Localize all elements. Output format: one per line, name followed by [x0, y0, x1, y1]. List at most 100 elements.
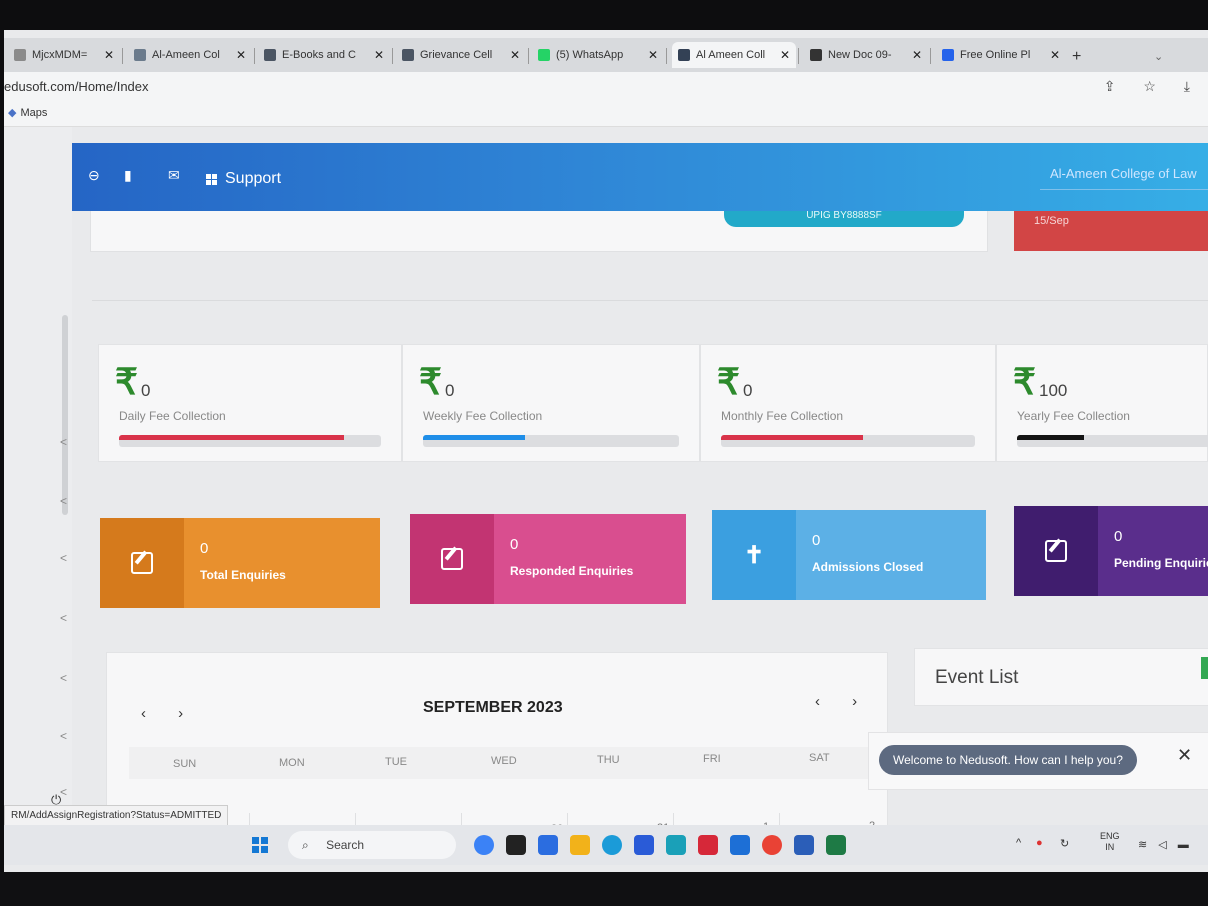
weekday-label: TUE	[385, 756, 407, 768]
tab-title: Al-Ameen Col	[152, 49, 220, 61]
taskbar: ⌕ Search ^ ● ↻ ENG IN ≋ ◁ ▬	[4, 825, 1208, 865]
fee-card[interactable]: ₹0 Daily Fee Collection	[98, 344, 402, 462]
lang-bottom: IN	[1105, 842, 1115, 852]
chrome-icon[interactable]	[762, 835, 782, 855]
file-explorer-icon[interactable]	[570, 835, 590, 855]
browser-tab[interactable]: (5) WhatsApp ✕	[532, 42, 664, 68]
tab-separator	[930, 48, 931, 64]
fee-amount: 100	[1039, 381, 1068, 400]
browser-tab[interactable]: Al Ameen Coll ✕	[672, 42, 796, 68]
fee-label: Daily Fee Collection	[119, 409, 226, 423]
chat-welcome-message[interactable]: Welcome to Nedusoft. How can I help you?	[879, 745, 1137, 775]
browser-tab[interactable]: Free Online Pl ✕	[936, 42, 1066, 68]
enquiry-card[interactable]: 0 Responded Enquiries	[410, 514, 686, 604]
chevron-left-icon[interactable]: <	[60, 671, 67, 685]
app-blue-icon[interactable]	[730, 835, 750, 855]
chevron-left-icon[interactable]: <	[60, 435, 67, 449]
chevron-left-icon[interactable]: ‹	[141, 705, 160, 722]
enquiry-icon-box: ✝	[712, 510, 796, 600]
enquiry-card[interactable]: 0 Total Enquiries	[100, 518, 380, 608]
event-list-title: Event List	[935, 667, 1019, 688]
network-sound-battery-icon[interactable]: ≋ ◁ ▬	[1138, 838, 1193, 851]
fee-collection-row: ₹0 Daily Fee Collection ₹0 Weekly Fee Colle…	[98, 344, 1208, 462]
chevron-left-icon[interactable]: <	[60, 551, 67, 565]
enquiry-count: 0	[510, 536, 519, 553]
edge-icon[interactable]	[602, 835, 622, 855]
app-l-icon[interactable]	[666, 835, 686, 855]
address-bar[interactable]: edusoft.com/Home/Index ⇪ ☆ ⤓	[4, 72, 1208, 102]
tray-overflow-icon[interactable]: ^	[1016, 837, 1021, 849]
taskbar-search[interactable]: ⌕ Search	[288, 831, 456, 859]
chevron-left-icon[interactable]: ‹	[815, 693, 834, 710]
college-name[interactable]: Al-Ameen College of Law	[1050, 166, 1197, 181]
close-icon[interactable]: ✕	[236, 48, 246, 62]
tray-app-icon[interactable]: ●	[1036, 837, 1043, 849]
add-event-button[interactable]	[1201, 657, 1208, 679]
back-circle-icon[interactable]: ⊖	[88, 167, 100, 184]
enquiry-count: 0	[200, 540, 209, 557]
weekday-label: WED	[491, 755, 517, 767]
enquiry-card[interactable]: ✝ 0 Admissions Closed	[712, 510, 986, 600]
bing-icon[interactable]	[474, 835, 494, 855]
fee-card[interactable]: ₹100 Yearly Fee Collection	[996, 344, 1208, 462]
fee-card[interactable]: ₹0 Monthly Fee Collection	[700, 344, 996, 462]
browser-tab[interactable]: E-Books and C ✕	[258, 42, 390, 68]
url-text[interactable]: edusoft.com/Home/Index	[4, 79, 149, 94]
rupee-icon: ₹	[419, 361, 442, 402]
tab-title: Grievance Cell	[420, 49, 493, 61]
rupee-icon: ₹	[717, 361, 740, 402]
teal-button[interactable]: UPIG BY8888SF	[724, 211, 964, 227]
close-icon[interactable]: ✕	[1177, 745, 1192, 766]
tab-separator	[666, 48, 667, 64]
chat-widget: Welcome to Nedusoft. How can I help you?…	[868, 732, 1208, 790]
chevron-left-icon[interactable]: <	[60, 494, 67, 508]
support-menu[interactable]: Support	[206, 170, 281, 188]
red-date-card: 15/Sep	[1014, 211, 1208, 251]
chevron-left-icon[interactable]: <	[60, 729, 67, 743]
weekday-label: SAT	[809, 752, 830, 764]
store-icon[interactable]	[634, 835, 654, 855]
tab-title: (5) WhatsApp	[556, 49, 624, 61]
language-indicator[interactable]: ENG IN	[1100, 831, 1120, 853]
browser-tab[interactable]: Al-Ameen Col ✕	[128, 42, 252, 68]
calendar-left-nav[interactable]: ‹ ›	[141, 705, 197, 722]
teams-icon[interactable]	[538, 835, 558, 855]
calendar-right-nav[interactable]: ‹ ›	[815, 693, 871, 710]
close-icon[interactable]: ✕	[912, 48, 922, 62]
close-icon[interactable]: ✕	[780, 48, 790, 62]
browser-tab[interactable]: Grievance Cell ✕	[396, 42, 526, 68]
close-icon[interactable]: ✕	[1050, 48, 1060, 62]
address-bar-icons[interactable]: ⇪ ☆ ⤓	[1104, 78, 1202, 95]
chat-flag-icon[interactable]: ▮	[124, 167, 132, 184]
windows-start-icon[interactable]	[252, 837, 268, 853]
enquiry-card[interactable]: 0 Pending Enquiries	[1014, 506, 1208, 596]
weekday-label: MON	[279, 757, 305, 769]
close-icon[interactable]: ✕	[510, 48, 520, 62]
close-icon[interactable]: ✕	[374, 48, 384, 62]
word-icon[interactable]	[794, 835, 814, 855]
tab-title: New Doc 09-	[828, 49, 892, 61]
close-icon[interactable]: ✕	[104, 48, 114, 62]
new-tab-button[interactable]: +	[1072, 48, 1081, 66]
fee-card[interactable]: ₹0 Weekly Fee Collection	[402, 344, 700, 462]
fee-progress-fill	[721, 435, 864, 440]
mcafee-icon[interactable]	[698, 835, 718, 855]
task-view-icon[interactable]	[506, 835, 526, 855]
tab-dropdown-icon[interactable]: ⌄	[1154, 50, 1163, 63]
browser-tab[interactable]: New Doc 09- ✕	[804, 42, 928, 68]
app-header: ⊖ ▮ ✉ Support Al-Ameen College of Law	[72, 143, 1208, 211]
tray-sync-icon[interactable]: ↻	[1060, 837, 1069, 850]
browser-tab[interactable]: MjcxMDM= ✕	[8, 42, 120, 68]
chevron-right-icon[interactable]: ›	[178, 705, 197, 722]
chevron-left-icon[interactable]: <	[60, 611, 67, 625]
close-icon[interactable]: ✕	[648, 48, 658, 62]
chevron-right-icon[interactable]: ›	[852, 693, 871, 710]
fee-label: Monthly Fee Collection	[721, 409, 844, 423]
sidebar-scrollbar[interactable]	[62, 315, 68, 515]
bookmark-maps[interactable]: ◆ Maps	[8, 106, 47, 119]
excel-icon[interactable]	[826, 835, 846, 855]
tab-favicon-icon	[810, 49, 822, 61]
edit-icon	[1045, 540, 1067, 562]
maps-icon: ◆	[8, 107, 17, 119]
mail-icon[interactable]: ✉	[168, 167, 180, 184]
